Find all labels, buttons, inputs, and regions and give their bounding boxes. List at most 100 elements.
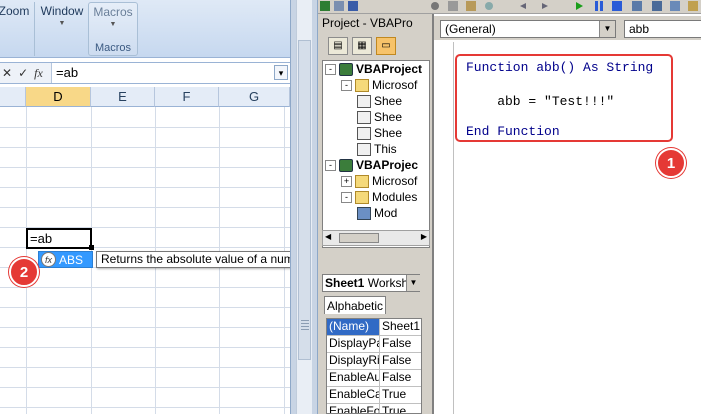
column-header-e[interactable]: E bbox=[91, 87, 155, 107]
reset-icon[interactable] bbox=[612, 1, 622, 11]
column-header-partial[interactable] bbox=[0, 87, 26, 107]
excel-window: Zoom Window ▼ Macros ▼ Macros ✕ ✓ fx =ab… bbox=[0, 0, 458, 414]
property-row[interactable]: EnableCal True bbox=[327, 387, 421, 404]
grid-line bbox=[0, 187, 290, 188]
scroll-left-icon[interactable]: ◀ bbox=[325, 232, 331, 241]
tree-item[interactable]: This bbox=[323, 141, 429, 157]
column-header-g[interactable]: G bbox=[219, 87, 290, 107]
property-row[interactable]: DisplayRigFalse bbox=[327, 353, 421, 370]
folder-icon bbox=[355, 79, 369, 93]
ribbon: Zoom Window ▼ Macros ▼ Macros bbox=[0, 0, 290, 58]
property-value[interactable]: True bbox=[380, 404, 406, 413]
folder-icon bbox=[355, 175, 369, 189]
paste-icon[interactable] bbox=[466, 1, 476, 11]
scrollbar-thumb[interactable] bbox=[339, 233, 379, 243]
collapse-icon[interactable]: - bbox=[341, 80, 352, 92]
property-name: EnableAut bbox=[329, 370, 380, 386]
view-object-icon[interactable]: ▦ bbox=[352, 37, 372, 55]
toggle-folders-icon[interactable]: ▭ bbox=[376, 37, 396, 55]
properties-icon[interactable] bbox=[670, 1, 680, 11]
property-row[interactable]: (Name) Sheet1 bbox=[327, 319, 421, 336]
property-value[interactable]: True bbox=[380, 387, 406, 403]
view-code-icon[interactable]: ▤ bbox=[328, 37, 348, 55]
column-header-f[interactable]: F bbox=[155, 87, 219, 107]
tree-item[interactable]: Shee bbox=[323, 125, 429, 141]
object-browser-icon[interactable] bbox=[688, 1, 698, 11]
object-combo[interactable]: (General) ▼ bbox=[440, 20, 616, 38]
insert-icon[interactable] bbox=[334, 1, 344, 11]
find-icon[interactable] bbox=[484, 1, 494, 11]
property-row[interactable]: DisplayPa False bbox=[327, 336, 421, 353]
module-icon bbox=[357, 207, 371, 221]
tree-item[interactable]: - VBAProject bbox=[323, 61, 429, 77]
grid-line bbox=[0, 327, 290, 328]
tree-item[interactable]: Shee bbox=[323, 93, 429, 109]
chevron-down-icon[interactable]: ▼ bbox=[406, 275, 420, 291]
window-button[interactable]: Window ▼ bbox=[38, 4, 86, 38]
formula-input[interactable]: =ab bbox=[56, 65, 78, 80]
project-tree[interactable]: - VBAProject - Microsof Shee Shee Shee This - VBA… bbox=[322, 60, 430, 248]
chevron-down-icon[interactable]: ▼ bbox=[599, 21, 615, 37]
tree-item[interactable]: - VBAProjec bbox=[323, 157, 429, 173]
cut-icon[interactable] bbox=[430, 1, 440, 11]
tree-item[interactable]: - Microsof bbox=[323, 77, 429, 93]
properties-grid[interactable]: (Name)Sheet1DisplayPaFalseDisplayRigFals… bbox=[326, 318, 422, 414]
tree-item-label: Microsof bbox=[372, 174, 418, 188]
vbe-toolbar bbox=[318, 0, 701, 14]
tree-horizontal-scrollbar[interactable]: ◀ ▶ bbox=[322, 230, 430, 246]
break-icon[interactable] bbox=[594, 1, 604, 11]
property-name: DisplayRig bbox=[329, 353, 380, 369]
callout-badge-2: 2 bbox=[9, 257, 39, 287]
scrollbar-thumb[interactable] bbox=[298, 40, 311, 360]
tree-item-label: Modules bbox=[372, 190, 418, 204]
excel-icon[interactable] bbox=[320, 1, 330, 11]
undo-icon[interactable] bbox=[518, 1, 528, 11]
redo-icon[interactable] bbox=[540, 1, 550, 11]
save-icon[interactable] bbox=[348, 1, 358, 11]
collapse-icon[interactable]: - bbox=[325, 64, 336, 76]
property-value[interactable]: False bbox=[380, 370, 411, 386]
tree-item[interactable]: - Modules bbox=[323, 189, 429, 205]
tree-item[interactable]: Mod bbox=[323, 205, 429, 221]
property-row[interactable]: EnableFor True bbox=[327, 404, 421, 413]
grid-line bbox=[0, 207, 290, 208]
tree-item[interactable]: Shee bbox=[323, 109, 429, 125]
macros-group-label: Macros bbox=[94, 42, 132, 54]
property-value[interactable]: False bbox=[380, 336, 411, 352]
expand-icon[interactable]: + bbox=[341, 176, 352, 188]
property-value[interactable]: False bbox=[380, 353, 411, 369]
ribbon-separator bbox=[34, 2, 35, 56]
property-row[interactable]: EnableAut False bbox=[327, 370, 421, 387]
run-icon[interactable] bbox=[574, 1, 584, 11]
design-mode-icon[interactable] bbox=[632, 1, 642, 11]
vertical-scrollbar[interactable] bbox=[296, 0, 312, 414]
formula-bar: ✕ ✓ fx =ab ▾ bbox=[0, 62, 290, 84]
project-explorer-toolbar: ▤ ▦ ▭ bbox=[318, 34, 430, 58]
project-explorer-icon[interactable] bbox=[652, 1, 662, 11]
column-header-d[interactable]: D bbox=[26, 87, 91, 107]
collapse-icon[interactable]: - bbox=[341, 192, 352, 204]
tree-item[interactable]: + Microsof bbox=[323, 173, 429, 189]
grid-line bbox=[0, 147, 290, 148]
enter-icon[interactable]: ✓ bbox=[18, 66, 28, 80]
fill-handle[interactable] bbox=[89, 245, 94, 250]
expand-formula-bar-button[interactable]: ▾ bbox=[274, 65, 288, 80]
workbook-icon bbox=[357, 143, 371, 157]
active-cell[interactable]: =ab bbox=[26, 228, 92, 249]
tab-alphabetic[interactable]: Alphabetic bbox=[324, 296, 386, 314]
window-splitter[interactable] bbox=[290, 0, 318, 414]
sheet-icon bbox=[357, 95, 371, 109]
code-editor[interactable]: Function abb() As String abb = "Test!!!"… bbox=[434, 42, 701, 414]
cancel-icon[interactable]: ✕ bbox=[2, 66, 12, 80]
property-value[interactable]: Sheet1 bbox=[380, 319, 420, 335]
collapse-icon[interactable]: - bbox=[325, 160, 336, 172]
sheet-icon bbox=[357, 111, 371, 125]
zoom-button[interactable]: Zoom bbox=[0, 4, 34, 38]
procedure-combo[interactable]: abb bbox=[624, 20, 701, 38]
scroll-right-icon[interactable]: ▶ bbox=[421, 232, 427, 241]
copy-icon[interactable] bbox=[448, 1, 458, 11]
macros-button[interactable]: Macros ▼ bbox=[89, 5, 137, 39]
insert-function-icon[interactable]: fx bbox=[34, 66, 43, 81]
object-combo-value: (General) bbox=[445, 22, 496, 36]
grid-line bbox=[0, 347, 290, 348]
